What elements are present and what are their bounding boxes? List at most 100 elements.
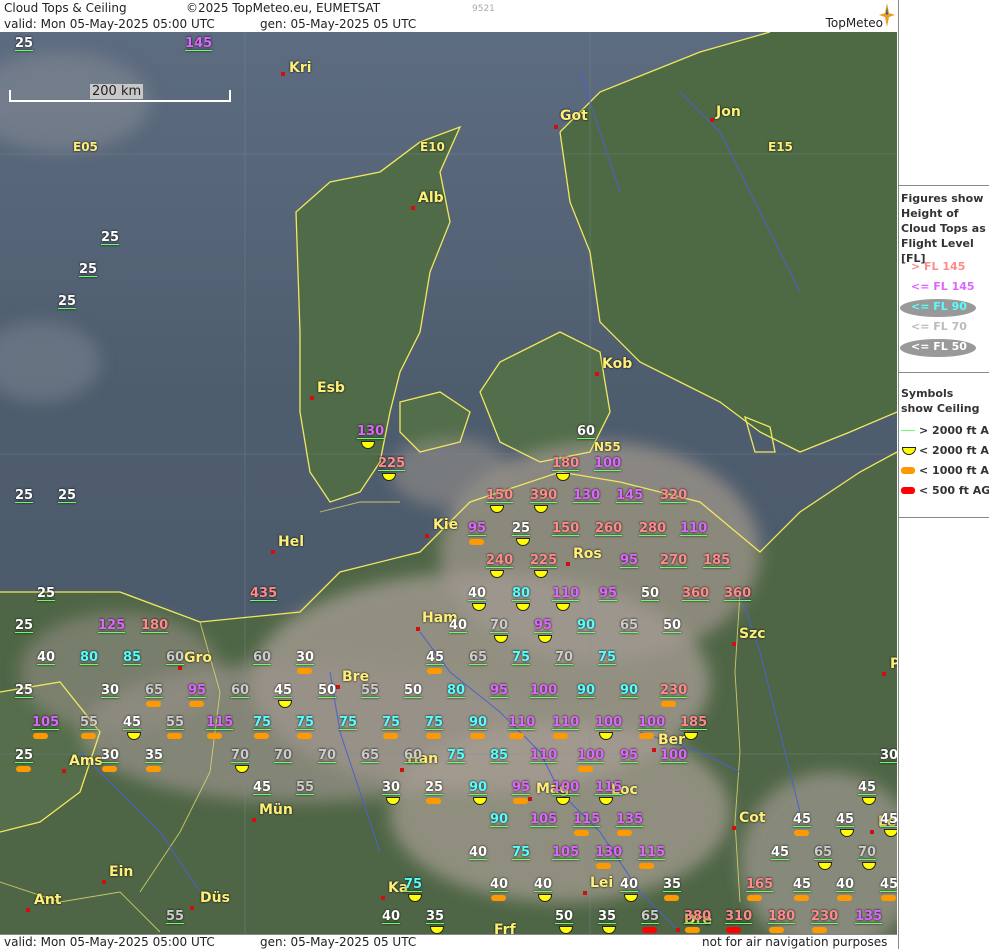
city-marker[interactable] xyxy=(732,826,736,830)
cloud-top-label[interactable]: 30 xyxy=(382,780,400,795)
cloud-top-label[interactable]: 150 xyxy=(486,488,513,503)
cloud-top-label[interactable]: 95 xyxy=(534,618,552,633)
cloud-top-label[interactable]: 75 xyxy=(512,845,530,860)
city-marker[interactable] xyxy=(411,206,415,210)
cloud-top-label[interactable]: 105 xyxy=(552,845,579,860)
cloud-top-label[interactable]: 55 xyxy=(80,715,98,730)
cloud-top-label[interactable]: 55 xyxy=(166,909,184,924)
cloud-top-label[interactable]: 75 xyxy=(512,650,530,665)
city-marker[interactable] xyxy=(710,118,714,122)
cloud-top-label[interactable]: 40 xyxy=(449,618,467,633)
cloud-top-label[interactable]: 105 xyxy=(32,715,59,730)
cloud-top-label[interactable]: 30 xyxy=(101,748,119,763)
cloud-top-label[interactable]: 100 xyxy=(595,715,622,730)
cloud-top-label[interactable]: 45 xyxy=(880,812,897,827)
cloud-top-label[interactable]: 240 xyxy=(486,553,513,568)
cloud-top-label[interactable]: 115 xyxy=(638,845,665,860)
cloud-top-label[interactable]: 180 xyxy=(552,456,579,471)
cloud-top-label[interactable]: 100 xyxy=(552,780,579,795)
cloud-top-label[interactable]: 40 xyxy=(37,650,55,665)
cloud-top-label[interactable]: 100 xyxy=(530,683,557,698)
cloud-top-label[interactable]: 230 xyxy=(811,909,838,924)
cloud-top-label[interactable]: 130 xyxy=(573,488,600,503)
city-marker[interactable] xyxy=(102,880,106,884)
cloud-top-label[interactable]: 60 xyxy=(404,748,422,763)
cloud-top-label[interactable]: 65 xyxy=(361,748,379,763)
cloud-top-label[interactable]: 165 xyxy=(746,877,773,892)
city-marker[interactable] xyxy=(416,627,420,631)
cloud-top-label[interactable]: 75 xyxy=(382,715,400,730)
cloud-top-label[interactable]: 110 xyxy=(508,715,535,730)
cloud-top-label[interactable]: 225 xyxy=(530,553,557,568)
cloud-top-label[interactable]: 95 xyxy=(490,683,508,698)
cloud-top-label[interactable]: 75 xyxy=(253,715,271,730)
cloud-top-label[interactable]: 135 xyxy=(855,909,882,924)
cloud-top-label[interactable]: 45 xyxy=(426,650,444,665)
cloud-top-label[interactable]: 90 xyxy=(469,780,487,795)
cloud-top-label[interactable]: 95 xyxy=(620,553,638,568)
cloud-top-label[interactable]: 25 xyxy=(101,230,119,245)
cloud-top-label[interactable]: 70 xyxy=(274,748,292,763)
city-marker[interactable] xyxy=(583,891,587,895)
cloud-top-label[interactable]: 60 xyxy=(231,683,249,698)
cloud-top-label[interactable]: 35 xyxy=(598,909,616,924)
cloud-top-label[interactable]: 25 xyxy=(15,748,33,763)
cloud-top-label[interactable]: 40 xyxy=(490,877,508,892)
cloud-top-label[interactable]: 110 xyxy=(530,748,557,763)
cloud-top-label[interactable]: 320 xyxy=(660,488,687,503)
cloud-top-label[interactable]: 185 xyxy=(680,715,707,730)
city-marker[interactable] xyxy=(281,72,285,76)
cloud-top-label[interactable]: 95 xyxy=(188,683,206,698)
cloud-top-label[interactable]: 50 xyxy=(555,909,573,924)
cloud-top-label[interactable]: 85 xyxy=(490,748,508,763)
cloud-top-label[interactable]: 390 xyxy=(530,488,557,503)
city-marker[interactable] xyxy=(566,562,570,566)
cloud-top-label[interactable]: 25 xyxy=(15,36,33,51)
cloud-top-label[interactable]: 310 xyxy=(725,909,752,924)
cloud-top-label[interactable]: 180 xyxy=(141,618,168,633)
cloud-top-label[interactable]: 25 xyxy=(425,780,443,795)
cloud-top-label[interactable]: 50 xyxy=(318,683,336,698)
city-marker[interactable] xyxy=(271,550,275,554)
cloud-top-label[interactable]: 40 xyxy=(382,909,400,924)
cloud-top-label[interactable]: 360 xyxy=(682,586,709,601)
cloud-top-label[interactable]: 55 xyxy=(166,715,184,730)
cloud-top-label[interactable]: 70 xyxy=(490,618,508,633)
cloud-top-label[interactable]: 90 xyxy=(620,683,638,698)
city-marker[interactable] xyxy=(178,666,182,670)
cloud-top-label[interactable]: 435 xyxy=(250,586,277,601)
cloud-top-label[interactable]: 130 xyxy=(357,424,384,439)
cloud-top-label[interactable]: 45 xyxy=(880,877,897,892)
cloud-top-label[interactable]: 35 xyxy=(426,909,444,924)
cloud-top-label[interactable]: 80 xyxy=(80,650,98,665)
cloud-top-label[interactable]: 180 xyxy=(768,909,795,924)
cloud-top-label[interactable]: 40 xyxy=(469,845,487,860)
cloud-top-label[interactable]: 55 xyxy=(296,780,314,795)
city-marker[interactable] xyxy=(676,928,680,932)
cloud-top-label[interactable]: 25 xyxy=(58,294,76,309)
cloud-top-label[interactable]: 25 xyxy=(79,262,97,277)
cloud-top-label[interactable]: 80 xyxy=(447,683,465,698)
cloud-top-label[interactable]: 30 xyxy=(296,650,314,665)
cloud-top-label[interactable]: 230 xyxy=(660,683,687,698)
cloud-top-label[interactable]: 90 xyxy=(469,715,487,730)
cloud-top-label[interactable]: 45 xyxy=(793,877,811,892)
cloud-top-label[interactable]: 145 xyxy=(616,488,643,503)
cloud-top-label[interactable]: 45 xyxy=(253,780,271,795)
cloud-top-label[interactable]: 95 xyxy=(468,521,486,536)
city-marker[interactable] xyxy=(882,672,886,676)
cloud-top-label[interactable]: 25 xyxy=(15,618,33,633)
cloud-top-label[interactable]: 30 xyxy=(880,748,897,763)
cloud-top-label[interactable]: 45 xyxy=(858,780,876,795)
cloud-top-label[interactable]: 90 xyxy=(577,618,595,633)
cloud-top-label[interactable]: 110 xyxy=(552,586,579,601)
cloud-top-label[interactable]: 45 xyxy=(274,683,292,698)
city-marker[interactable] xyxy=(732,642,736,646)
city-marker[interactable] xyxy=(400,768,404,772)
cloud-top-label[interactable]: 50 xyxy=(641,586,659,601)
cloud-top-label[interactable]: 150 xyxy=(552,521,579,536)
cloud-top-label[interactable]: 125 xyxy=(98,618,125,633)
cloud-top-label[interactable]: 45 xyxy=(793,812,811,827)
cloud-top-label[interactable]: 100 xyxy=(577,748,604,763)
cloud-top-label[interactable]: 360 xyxy=(724,586,751,601)
